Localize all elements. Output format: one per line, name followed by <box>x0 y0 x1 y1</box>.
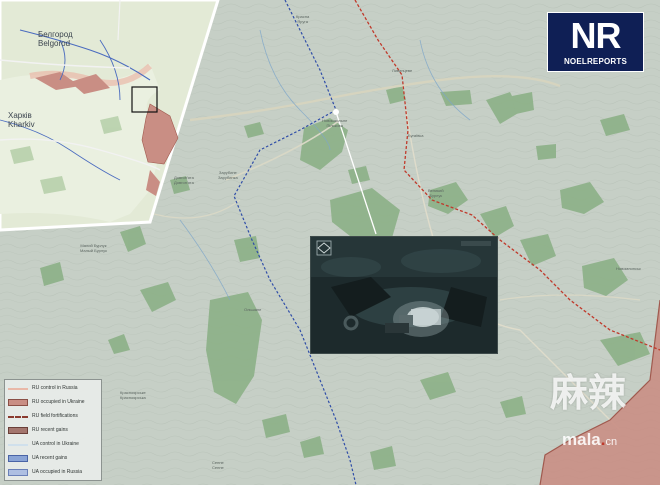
legend-label: UA control in Ukraine <box>32 441 79 447</box>
watermark-logo: 麻辣 <box>550 370 627 415</box>
place-label: Малий Бурлук Малый Бурлук <box>80 243 107 253</box>
location-marker <box>333 109 339 115</box>
map-legend: RU control in Russia RU occupied in Ukra… <box>4 379 102 481</box>
legend-swatch <box>8 441 28 446</box>
map-canvas[interactable]: Белгород Belgorod Харків Kharkiv Красна Я… <box>0 0 660 485</box>
city-label-belgorod: Белгород Belgorod <box>38 30 73 48</box>
legend-label: UA recent gains <box>32 455 68 461</box>
legend-swatch <box>8 427 28 434</box>
legend-label: RU occupied in Ukraine <box>32 399 85 405</box>
city-label-belgorod-ua: Белгород <box>38 30 73 39</box>
place-label: Новошкольне Пількова <box>322 118 348 128</box>
legend-swatch <box>8 399 28 406</box>
place-label: Бугаївка <box>408 133 424 138</box>
legend-item: RU recent gains <box>8 426 102 435</box>
noelreports-logo: NR NOELREPORTS <box>547 12 644 72</box>
watermark-site-name: mala <box>562 430 601 449</box>
place-label: Сенне Сенне <box>212 460 224 470</box>
place-label: Великий Бурлук <box>428 188 444 198</box>
legend-item: RU field fortifications <box>8 412 102 421</box>
legend-item: UA recent gains <box>8 454 102 463</box>
place-label: Ливинцеве <box>392 68 413 73</box>
city-label-kharkiv: Харків Kharkiv <box>8 111 35 129</box>
logo-subtitle: NOELREPORTS <box>563 57 628 66</box>
city-label-kharkiv-ua: Харків <box>8 111 32 120</box>
legend-label: RU field fortifications <box>32 413 78 419</box>
legend-swatch <box>8 455 28 462</box>
legend-item: UA control in Ukraine <box>8 440 102 449</box>
legend-swatch <box>8 413 28 418</box>
place-label: Красноярське Красноярська <box>120 390 146 400</box>
city-label-belgorod-en: Belgorod <box>38 39 71 48</box>
city-label-kharkiv-en: Kharkiv <box>8 120 35 129</box>
legend-swatch <box>8 469 28 476</box>
legend-label: RU control in Russia <box>32 385 78 391</box>
legend-swatch <box>8 385 28 390</box>
place-label: Новомлинськ <box>616 266 641 271</box>
legend-label: UA occupied in Russia <box>32 469 83 475</box>
place-label: Ольшане <box>244 307 262 312</box>
place-label: Зарубине Зарубинка <box>218 170 238 180</box>
video-scene <box>311 237 497 353</box>
place-label: Довгоп'ята Довгоп'ята <box>174 175 194 185</box>
legend-item: UA occupied in Russia <box>8 468 102 477</box>
place-label: Красна Яруга <box>296 14 310 24</box>
watermark-tld: cn <box>605 436 618 448</box>
video-frame[interactable] <box>310 236 498 354</box>
legend-item: RU control in Russia <box>8 384 102 393</box>
legend-item: RU occupied in Ukraine <box>8 398 102 407</box>
logo-letters: NR <box>570 15 622 56</box>
legend-label: RU recent gains <box>32 427 68 433</box>
watermark-site: mala.cn <box>562 430 618 449</box>
